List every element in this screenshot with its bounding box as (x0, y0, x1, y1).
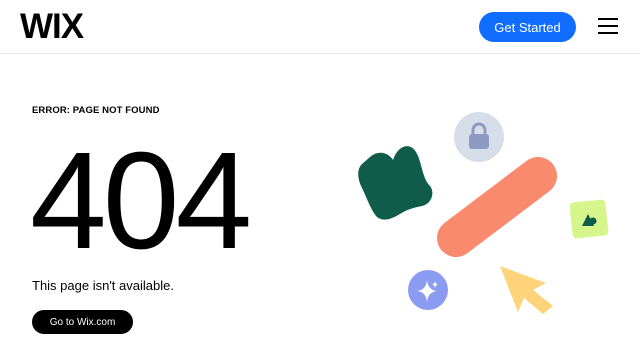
salmon-bar-icon (437, 157, 557, 257)
wix-logo[interactable]: WIX (20, 8, 84, 46)
image-icon (569, 199, 609, 239)
menu-line (598, 25, 618, 27)
error-message: This page isn't available. (32, 278, 174, 293)
green-blob-icon (358, 146, 433, 220)
hamburger-menu-icon[interactable] (596, 16, 620, 36)
sparkle-icon (408, 270, 448, 310)
404-illustration (358, 112, 609, 314)
lock-icon (454, 112, 504, 162)
site-header: WIX Get Started (0, 0, 640, 54)
menu-line (598, 32, 618, 34)
error-label: ERROR: PAGE NOT FOUND (32, 105, 160, 116)
go-to-wix-button[interactable]: Go to Wix.com (32, 310, 133, 334)
get-started-button[interactable]: Get Started (479, 12, 576, 42)
cursor-icon (500, 266, 553, 314)
menu-line (598, 18, 618, 20)
error-code: 404 (30, 124, 252, 278)
